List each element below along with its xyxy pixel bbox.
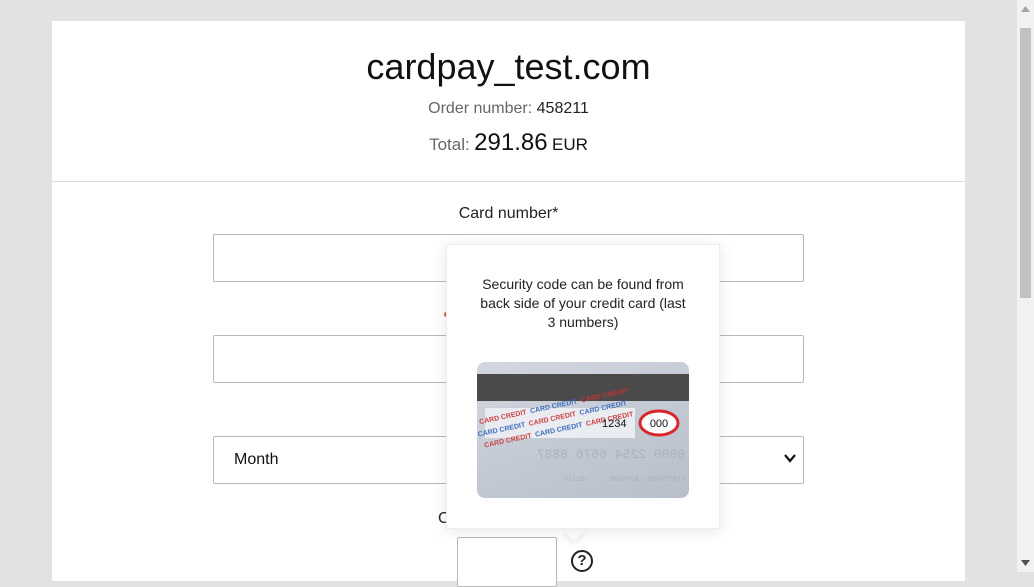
order-number-line: Order number: 458211: [52, 99, 965, 119]
card-back-graphic: CARD CREDIT CARD CREDIT CARD CREDIT CARD…: [477, 374, 689, 484]
header-divider: [52, 181, 965, 182]
embossed-name: FIRSTNAME LASTNAME: [609, 476, 685, 484]
site-title: cardpay_test.com: [366, 46, 651, 87]
embossed-expiry: 01/16: [564, 476, 585, 484]
security-code-tooltip: Security code can be found from back sid…: [446, 244, 720, 529]
help-icon[interactable]: ?: [571, 550, 593, 572]
card-back-illustration: CARD CREDIT CARD CREDIT CARD CREDIT CARD…: [477, 362, 689, 498]
tooltip-text: Security code can be found from back sid…: [480, 276, 686, 330]
mirrored-embossing: 0000 2254 6676 8887 FIRSTNAME LASTNAME 0…: [537, 447, 685, 484]
scroll-up-icon[interactable]: [1021, 6, 1030, 12]
total-line: Total: 291.86 EUR: [52, 128, 965, 161]
total-amount: 291.86: [474, 129, 548, 156]
vertical-scrollbar[interactable]: [1017, 0, 1034, 572]
card-back-digits: 1234: [602, 418, 626, 430]
cvv-input[interactable]: [457, 537, 557, 587]
scroll-down-icon[interactable]: [1021, 560, 1030, 566]
order-number-value: 458211: [536, 100, 589, 117]
total-label: Total:: [429, 135, 470, 154]
security-code-digits: 000: [650, 418, 668, 430]
scrollbar-thumb[interactable]: [1020, 28, 1031, 298]
chevron-down-icon: [784, 454, 796, 463]
total-currency: EUR: [552, 135, 588, 154]
order-number-label: Order number:: [428, 100, 533, 117]
card-number-label: Card number*: [458, 205, 559, 222]
expiry-month-selected: Month: [234, 451, 279, 468]
embossed-card-number: 0000 2254 6676 8887: [537, 447, 685, 462]
